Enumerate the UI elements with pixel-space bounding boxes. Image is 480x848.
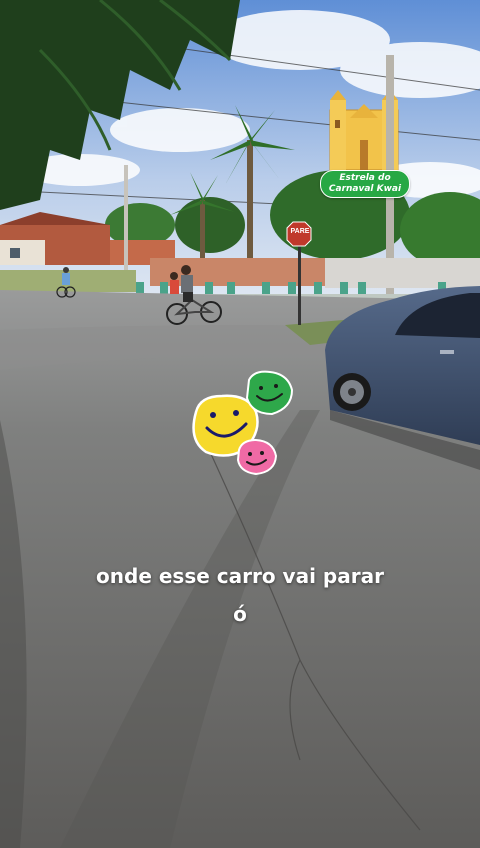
street-scene (0, 0, 480, 848)
stop-sign-text: PARE (290, 228, 310, 235)
pink-smiley-sticker (236, 438, 278, 476)
kwai-carnival-badge[interactable]: Estrela do Carnaval Kwai (320, 170, 410, 198)
caption-line-2: ó (233, 602, 247, 626)
green-smiley-sticker (245, 370, 294, 416)
badge-line-2: Carnaval Kwai (328, 184, 402, 194)
badge-line-1: Estrela do (339, 173, 391, 183)
video-frame: PARE Estrela do Carnaval Kwai onde esse … (0, 0, 480, 848)
caption-line-1: onde esse carro vai parar (96, 564, 384, 588)
graffiti-wall (325, 258, 480, 288)
